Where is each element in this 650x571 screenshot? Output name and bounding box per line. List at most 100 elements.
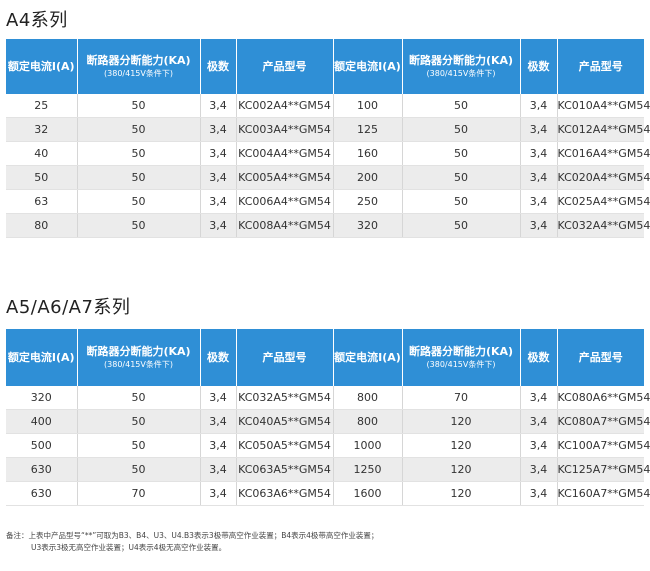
cell-poles: 3,4 — [199, 189, 236, 214]
table-row: 50 50 3,4 KC005A4**GM54 200 50 3,4 KC020A4**GM5… — [6, 165, 650, 190]
cell-poles: 3,4 — [519, 213, 557, 238]
cell-model: KC063A6**GM54 — [235, 481, 333, 506]
header-poles: 极数 — [519, 329, 557, 386]
header-breaking-sub: (380/415V条件下) — [104, 69, 173, 78]
cell-model: KC008A4**GM54 — [235, 213, 333, 238]
header-poles: 极数 — [199, 329, 236, 386]
cell-current: 320 — [332, 213, 402, 238]
cell-current: 50 — [6, 165, 77, 190]
table-row: 630 70 3,4 KC063A6**GM54 1600 120 3,4 KC160A7**… — [6, 481, 650, 506]
cell-current: 32 — [6, 117, 77, 142]
cell-breaking: 50 — [76, 386, 200, 410]
cell-current: 630 — [6, 457, 77, 482]
footnote-line-1: 备注：上表中产品型号“**”可取为B3、B4、U3、U4.B3表示3极带高空作业… — [6, 531, 379, 540]
cell-model: KC004A4**GM54 — [235, 141, 333, 166]
cell-current: 320 — [6, 386, 77, 410]
cell-current: 100 — [332, 94, 402, 118]
cell-current: 1000 — [332, 433, 402, 458]
table-row: 25 50 3,4 KC002A4**GM54 100 50 3,4 KC010A4**GM5… — [6, 94, 650, 118]
cell-poles: 3,4 — [199, 386, 236, 410]
header-breaking: 断路器分断能力(KA) (380/415V条件下) — [76, 329, 200, 386]
header-breaking: 断路器分断能力(KA) (380/415V条件下) — [401, 329, 520, 386]
header-current: 额定电流I(A) — [6, 39, 77, 94]
cell-model: KC080A6**GM54 — [556, 386, 650, 410]
cell-breaking: 50 — [401, 117, 520, 142]
cell-model: KC032A4**GM54 — [556, 213, 650, 238]
cell-breaking: 50 — [76, 165, 200, 190]
cell-poles: 3,4 — [199, 409, 236, 434]
cell-poles: 3,4 — [519, 386, 557, 410]
table-row: 320 50 3,4 KC032A5**GM54 800 70 3,4 KC080A6**GM… — [6, 386, 650, 410]
cell-breaking: 50 — [401, 94, 520, 118]
header-poles: 极数 — [199, 39, 236, 94]
cell-current: 630 — [6, 481, 77, 506]
footnote-line-2: U3表示3极无高空作业装置；U4表示4极无高空作业装置。 — [31, 543, 227, 552]
cell-current: 25 — [6, 94, 77, 118]
cell-current: 125 — [332, 117, 402, 142]
table-body: 25 50 3,4 KC002A4**GM54 100 50 3,4 KC010A4**GM5… — [6, 94, 650, 238]
table-row: 500 50 3,4 KC050A5**GM54 1000 120 3,4 KC100A7**… — [6, 433, 650, 458]
cell-model: KC063A5**GM54 — [235, 457, 333, 482]
header-breaking: 断路器分断能力(KA) (380/415V条件下) — [401, 39, 520, 94]
cell-poles: 3,4 — [519, 457, 557, 482]
header-model: 产品型号 — [235, 39, 333, 94]
cell-model: KC010A4**GM54 — [556, 94, 650, 118]
cell-model: KC020A4**GM54 — [556, 165, 650, 190]
cell-breaking: 50 — [401, 189, 520, 214]
cell-poles: 3,4 — [199, 94, 236, 118]
cell-current: 800 — [332, 386, 402, 410]
cell-model: KC006A4**GM54 — [235, 189, 333, 214]
cell-breaking: 120 — [401, 457, 520, 482]
header-current: 额定电流I(A) — [6, 329, 77, 386]
table-body: 320 50 3,4 KC032A5**GM54 800 70 3,4 KC080A6**GM… — [6, 386, 650, 506]
table-row: 400 50 3,4 KC040A5**GM54 800 120 3,4 KC080A7**G… — [6, 409, 650, 434]
cell-poles: 3,4 — [199, 457, 236, 482]
cell-poles: 3,4 — [519, 117, 557, 142]
cell-current: 400 — [6, 409, 77, 434]
header-breaking-sub: (380/415V条件下) — [104, 360, 173, 369]
cell-poles: 3,4 — [519, 141, 557, 166]
cell-model: KC012A4**GM54 — [556, 117, 650, 142]
table-row: 630 50 3,4 KC063A5**GM54 1250 120 3,4 KC125A7**… — [6, 457, 650, 482]
cell-breaking: 50 — [401, 141, 520, 166]
cell-model: KC125A7**GM54 — [556, 457, 650, 482]
cell-breaking: 50 — [76, 141, 200, 166]
footnote: 备注：上表中产品型号“**”可取为B3、B4、U3、U4.B3表示3极带高空作业… — [6, 530, 378, 554]
cell-poles: 3,4 — [199, 433, 236, 458]
header-current: 额定电流I(A) — [332, 329, 402, 386]
cell-poles: 3,4 — [199, 481, 236, 506]
cell-breaking: 50 — [401, 213, 520, 238]
cell-poles: 3,4 — [519, 189, 557, 214]
cell-current: 40 — [6, 141, 77, 166]
cell-breaking: 70 — [76, 481, 200, 506]
header-breaking: 断路器分断能力(KA) (380/415V条件下) — [76, 39, 200, 94]
cell-poles: 3,4 — [199, 141, 236, 166]
header-breaking-sub: (380/415V条件下) — [426, 69, 496, 78]
cell-poles: 3,4 — [519, 165, 557, 190]
cell-model: KC003A4**GM54 — [235, 117, 333, 142]
cell-current: 500 — [6, 433, 77, 458]
cell-model: KC050A5**GM54 — [235, 433, 333, 458]
cell-model: KC032A5**GM54 — [235, 386, 333, 410]
cell-poles: 3,4 — [519, 94, 557, 118]
cell-poles: 3,4 — [199, 165, 236, 190]
cell-breaking: 50 — [76, 213, 200, 238]
cell-model: KC040A5**GM54 — [235, 409, 333, 434]
header-breaking-label: 断路器分断能力(KA) — [86, 345, 191, 358]
spec-table-a5-a6-a7: 额定电流I(A) 断路器分断能力(KA) (380/415V条件下) 极数 产品型… — [6, 329, 650, 506]
cell-current: 80 — [6, 213, 77, 238]
cell-model: KC100A7**GM54 — [556, 433, 650, 458]
cell-model: KC002A4**GM54 — [235, 94, 333, 118]
cell-current: 250 — [332, 189, 402, 214]
header-breaking-sub: (380/415V条件下) — [426, 360, 496, 369]
cell-model: KC025A4**GM54 — [556, 189, 650, 214]
cell-breaking: 120 — [401, 433, 520, 458]
cell-breaking: 120 — [401, 481, 520, 506]
cell-current: 160 — [332, 141, 402, 166]
table-row: 32 50 3,4 KC003A4**GM54 125 50 3,4 KC012A4**GM5… — [6, 117, 650, 142]
cell-model: KC160A7**GM54 — [556, 481, 650, 506]
cell-breaking: 50 — [76, 94, 200, 118]
table-row: 80 50 3,4 KC008A4**GM54 320 50 3,4 KC032A4**GM5… — [6, 213, 650, 238]
cell-poles: 3,4 — [519, 409, 557, 434]
cell-current: 800 — [332, 409, 402, 434]
